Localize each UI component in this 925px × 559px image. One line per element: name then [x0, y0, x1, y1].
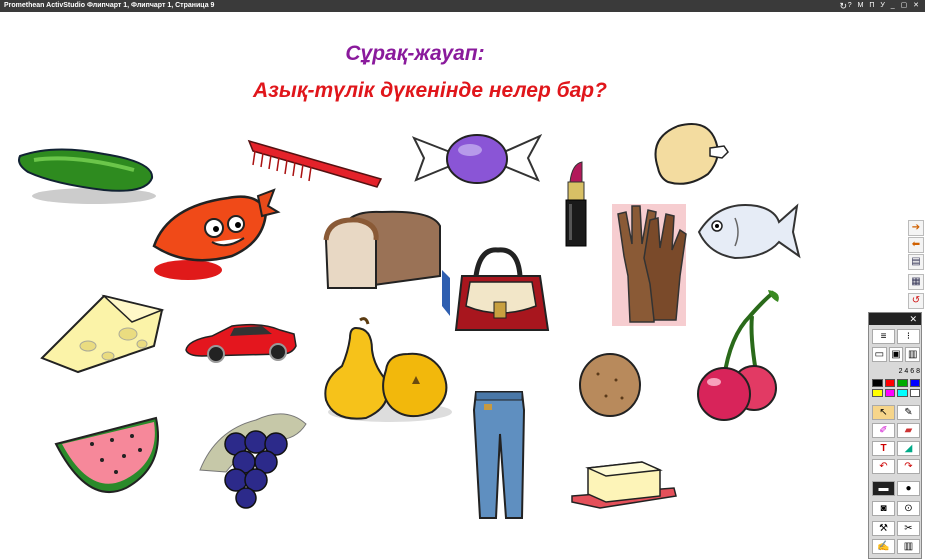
redo-button[interactable]: ↷	[897, 459, 920, 474]
arrow-left-icon: ⬅	[911, 239, 921, 250]
bread-image[interactable]	[322, 206, 446, 296]
color-palette-row-2	[872, 389, 920, 398]
close-icon[interactable]: ✕	[909, 314, 917, 324]
pears-image[interactable]	[316, 314, 458, 424]
page-heading: Сұрақ-жауап:	[345, 42, 485, 65]
color-palette-row-1	[872, 379, 920, 388]
grid-icon: ▦	[911, 276, 921, 287]
window-title: Promethean ActivStudio Флипчарт 1, Флипч…	[4, 2, 215, 9]
candy-image[interactable]	[412, 128, 542, 188]
arrow-right-icon: ➔	[911, 222, 921, 233]
color-swatch-green[interactable]	[897, 379, 908, 387]
jeans-image[interactable]	[470, 390, 528, 522]
cucumber-image[interactable]	[14, 140, 159, 210]
reset-page-button[interactable]: ↺	[908, 293, 924, 309]
color-swatch-red[interactable]	[884, 379, 895, 387]
butter-image[interactable]	[570, 456, 680, 512]
title-bar: Promethean ActivStudio Флипчарт 1, Флипч…	[0, 0, 925, 12]
toolbox-header: ✕	[869, 313, 921, 325]
cheese-image[interactable]	[38, 290, 166, 374]
color-swatch-yellow[interactable]	[872, 389, 883, 397]
grapes-image[interactable]	[196, 400, 314, 510]
pen-size-labels: 2 4 6 8	[898, 368, 920, 375]
pen-size-selector[interactable]: 2 4 6 8	[872, 367, 920, 377]
color-swatch-white[interactable]	[909, 389, 920, 397]
clear-button[interactable]: ✂	[897, 521, 920, 536]
gloves-image[interactable]	[610, 196, 690, 328]
desktop-view-button[interactable]: ▥	[897, 539, 920, 554]
magnifier-tool-button[interactable]: ⊙	[897, 501, 920, 516]
toolbox-options-button[interactable]: ⁝	[897, 329, 920, 344]
select-tool-button[interactable]: ↖	[872, 405, 895, 420]
desktop-annotate-button[interactable]: ✍	[872, 539, 895, 554]
library-button[interactable]: ▣	[888, 347, 904, 362]
page-icon: ▤	[911, 256, 921, 267]
next-page-button[interactable]: ➔	[908, 220, 924, 236]
window-controls[interactable]: ? М П У _ ▢ ✕	[848, 0, 921, 12]
lipstick-image[interactable]	[562, 160, 590, 250]
color-swatch-blue[interactable]	[909, 379, 920, 387]
page-browser-button[interactable]: ▥	[905, 347, 921, 362]
color-swatch-cyan[interactable]	[897, 389, 908, 397]
page-grid-button[interactable]: ▦	[908, 274, 924, 290]
fish-image[interactable]	[695, 192, 801, 264]
pen-tool-button[interactable]: ✎	[897, 405, 920, 420]
refresh-icon[interactable]: ↻	[839, 0, 847, 12]
chicken-image[interactable]	[648, 118, 730, 190]
cycle-icon: ↺	[911, 295, 921, 306]
toolbox-menu-button[interactable]: ≡	[872, 329, 895, 344]
undo-button[interactable]: ↶	[872, 459, 895, 474]
page-view-button[interactable]: ▤	[908, 254, 924, 270]
eraser-tool-button[interactable]: ▰	[897, 423, 920, 438]
fill-tool-button[interactable]: ◢	[897, 441, 920, 456]
color-swatch-magenta[interactable]	[884, 389, 895, 397]
watermelon-image[interactable]	[52, 414, 164, 502]
potato-image[interactable]	[576, 350, 644, 420]
spotlight-tool-button[interactable]: ●	[897, 481, 920, 496]
main-toolbox: ✕ ≡ ⁝ ▭ ▣ ▥ 2 4 6 8 ↖ ✎ ✐ ▰ T ◢ ↶ ↷ ▬ ●	[868, 312, 922, 559]
car-image[interactable]	[182, 316, 300, 364]
tools-button[interactable]: ⚒	[872, 521, 895, 536]
flipchart-button[interactable]: ▭	[872, 347, 887, 362]
carrot-character-image[interactable]	[148, 186, 283, 286]
reveal-tool-button[interactable]: ▬	[872, 481, 895, 496]
color-swatch-black[interactable]	[872, 379, 883, 387]
previous-page-button[interactable]: ⬅	[908, 237, 924, 253]
camera-tool-button[interactable]: ◙	[872, 501, 895, 516]
highlighter-tool-button[interactable]: ✐	[872, 423, 895, 438]
comb-image[interactable]	[245, 135, 387, 190]
text-tool-button[interactable]: T	[872, 441, 895, 456]
page-question: Азық-түлік дүкенінде нелер бар?	[253, 79, 607, 102]
cherries-image[interactable]	[690, 286, 782, 426]
